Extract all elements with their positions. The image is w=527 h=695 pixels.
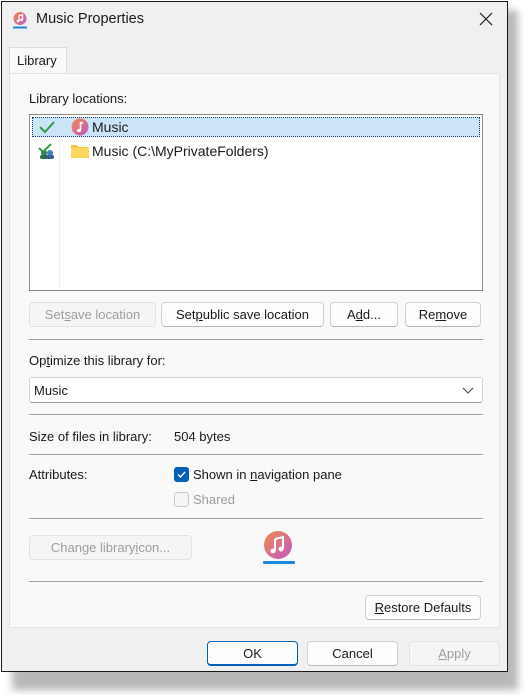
close-icon — [479, 12, 493, 26]
button-label: Change library — [50, 540, 136, 555]
tab-label: Library — [17, 53, 57, 68]
tab-library[interactable]: Library — [9, 47, 67, 73]
music-library-icon — [13, 12, 27, 29]
music-library-icon — [71, 118, 89, 136]
divider — [29, 339, 483, 340]
apply-button[interactable]: Apply — [409, 641, 500, 666]
shown-in-navigation-checkbox[interactable] — [174, 467, 189, 482]
dialog-footer: OK Cancel Apply — [2, 628, 507, 671]
size-value: 504 bytes — [174, 429, 231, 444]
access-key: d — [355, 307, 363, 322]
button-label: pply — [446, 646, 471, 661]
folder-icon — [71, 145, 89, 158]
access-key: R — [374, 600, 384, 615]
library-tab-panel: Library locations: Music Music (C:\MyPri… — [9, 73, 500, 628]
ok-button[interactable]: OK — [207, 641, 298, 666]
button-label: ave location — [70, 307, 141, 322]
window-title: Music Properties — [36, 11, 144, 27]
shown-in-navigation-label[interactable]: Shown in navigation pane — [193, 467, 342, 482]
list-item[interactable]: Music (C:\MyPrivateFolders) — [32, 141, 480, 161]
access-key: m — [435, 307, 447, 322]
add-location-button[interactable]: Ad d... — [330, 302, 398, 327]
button-label: ove — [446, 307, 468, 322]
location-name: Music (C:\MyPrivateFolders) — [92, 143, 269, 159]
library-locations-list[interactable]: Music Music (C:\MyPrivateFolders) — [29, 114, 483, 291]
library-locations-label: Library locations: — [29, 91, 128, 106]
button-label: Re — [418, 307, 436, 322]
set-save-location-button[interactable]: Set s ave location — [29, 302, 156, 327]
cancel-button[interactable]: Cancel — [307, 641, 398, 666]
close-button[interactable] — [469, 4, 503, 34]
set-public-save-location-button[interactable]: Set p ublic save location — [161, 302, 324, 327]
button-label: Set — [176, 307, 196, 322]
checkmark-icon — [177, 471, 186, 479]
access-key: p — [195, 307, 203, 322]
optimize-label: Optimize this library for: — [29, 353, 166, 368]
shared-checkmark-icon — [38, 143, 54, 159]
divider — [29, 581, 483, 582]
optimize-library-dropdown[interactable]: Music — [29, 377, 483, 403]
divider — [29, 518, 483, 519]
chevron-down-icon — [462, 387, 474, 394]
list-item[interactable]: Music — [32, 117, 480, 137]
label-text: Op — [29, 353, 47, 368]
label-text: imize this library for: — [49, 353, 166, 368]
title-bar[interactable]: Music Properties — [2, 2, 507, 38]
label-text: Shown in — [193, 467, 251, 482]
restore-defaults-button[interactable]: Restore Defaults — [365, 595, 481, 620]
dropdown-value: Music — [34, 383, 68, 398]
change-library-icon-button[interactable]: Change library i con... — [29, 535, 192, 560]
divider — [29, 454, 483, 455]
size-label: Size of files in library: — [29, 429, 152, 444]
label-text: avigation pane — [257, 467, 342, 482]
access-key: A — [438, 646, 447, 661]
button-label: con... — [138, 540, 171, 555]
shared-label: Shared — [193, 492, 235, 507]
button-label: ublic save location — [202, 307, 309, 322]
remove-location-button[interactable]: Re m ove — [405, 302, 481, 327]
properties-dialog: Music Properties Library Library locatio… — [1, 1, 508, 672]
button-label: d... — [362, 307, 381, 322]
divider — [29, 414, 483, 415]
button-label: Set — [44, 307, 65, 322]
attributes-label: Attributes: — [29, 467, 88, 482]
location-name: Music — [92, 119, 129, 135]
shared-checkbox[interactable] — [174, 492, 189, 507]
checkmark-icon — [39, 121, 55, 134]
button-label: estore Defaults — [383, 600, 472, 615]
library-icon-preview — [263, 531, 295, 564]
button-label: A — [347, 307, 356, 322]
